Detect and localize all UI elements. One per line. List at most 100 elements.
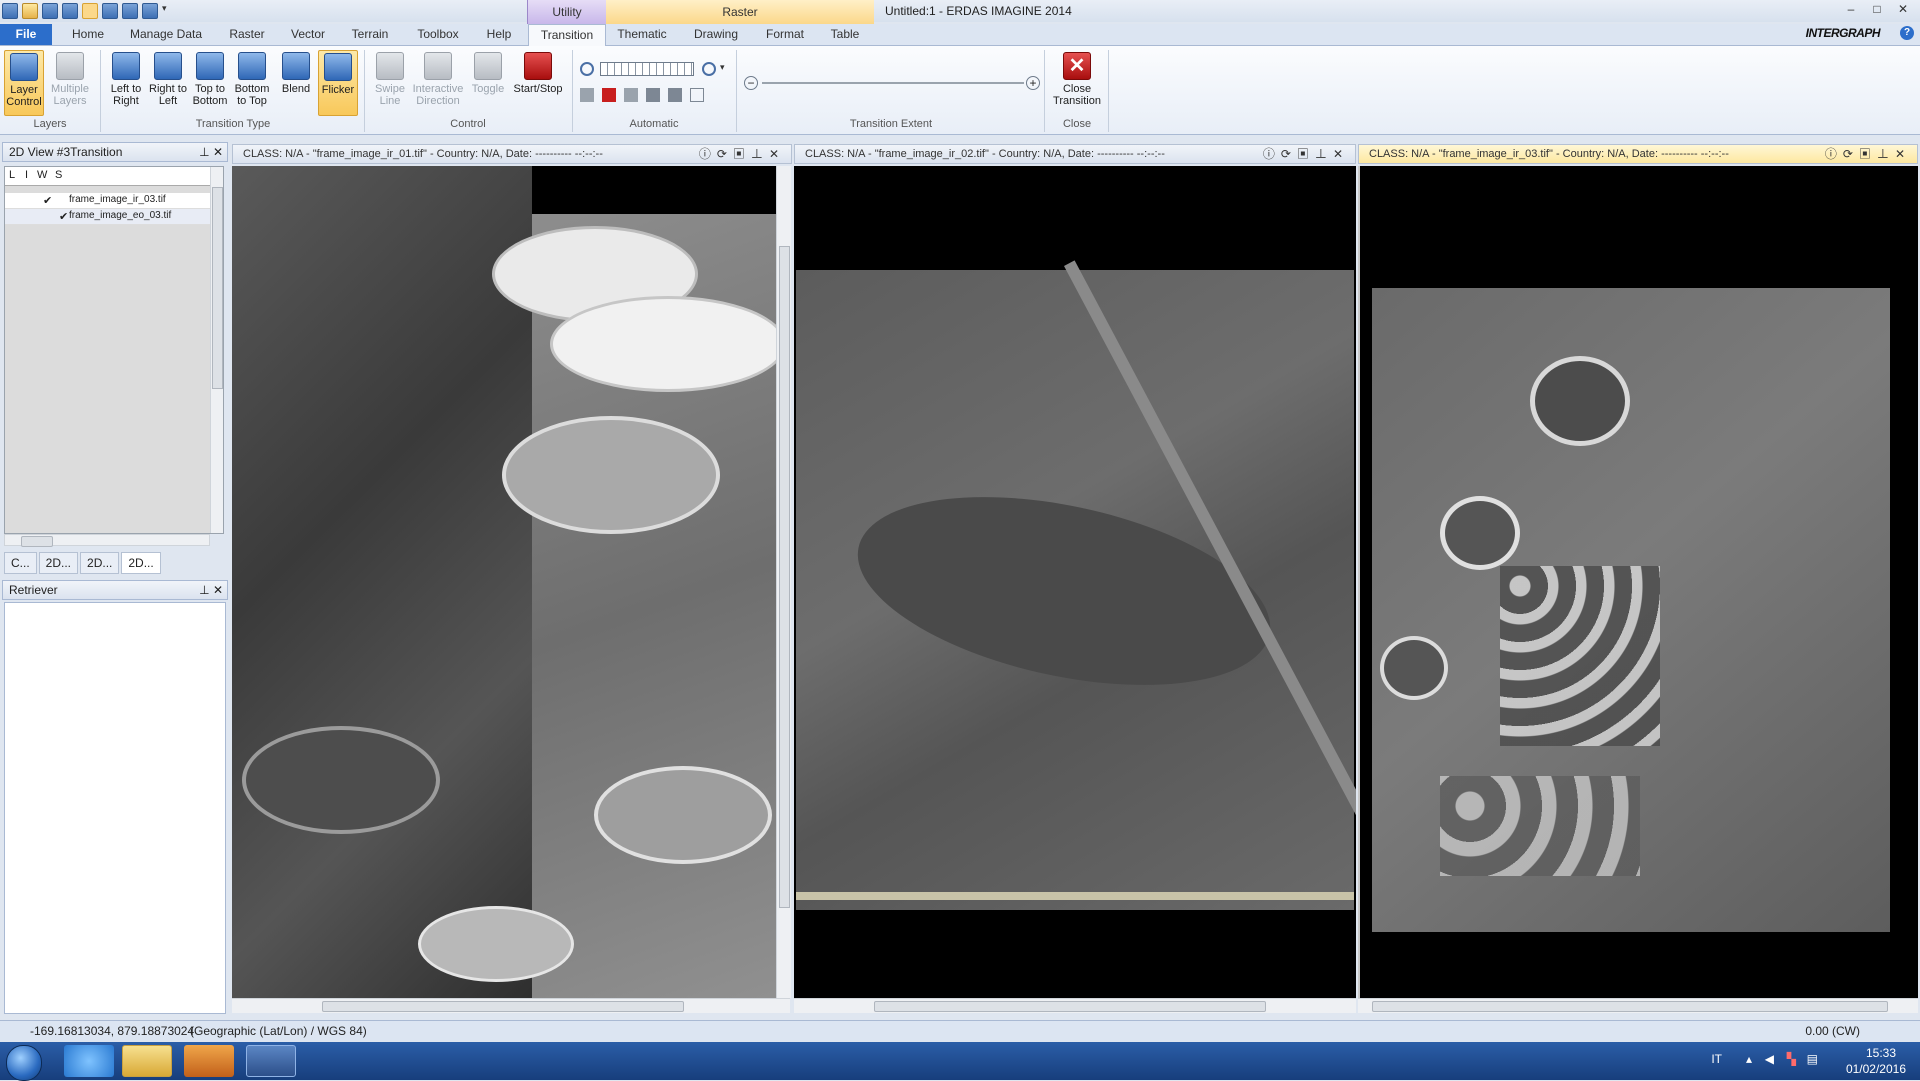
scroll-thumb[interactable] — [212, 187, 223, 389]
viewer-1-canvas[interactable] — [232, 166, 776, 998]
stop-record-icon[interactable] — [602, 88, 616, 102]
save-icon[interactable] — [42, 3, 58, 19]
layer-checkbox[interactable]: ✔ — [59, 210, 68, 223]
layer-list-hscrollbar[interactable] — [4, 534, 210, 547]
undo-icon[interactable] — [62, 3, 78, 19]
tab-file[interactable]: File — [0, 24, 52, 45]
column-s[interactable]: S — [55, 169, 62, 181]
tab-help[interactable]: Help — [480, 24, 518, 45]
zoom-out-icon[interactable] — [122, 3, 138, 19]
top-to-bottom-button[interactable]: Top to Bottom — [190, 50, 230, 116]
help-icon[interactable]: ? — [1900, 26, 1914, 40]
tab-terrain[interactable]: Terrain — [344, 24, 396, 45]
skip-back-icon[interactable] — [580, 88, 594, 102]
lock-icon[interactable]: ▣ — [733, 147, 751, 161]
left-to-right-button[interactable]: Left to Right — [106, 50, 146, 116]
scroll-thumb[interactable] — [21, 536, 53, 547]
start-button-icon[interactable] — [6, 1045, 42, 1081]
scroll-thumb[interactable] — [322, 1001, 684, 1012]
app-icon[interactable] — [2, 3, 18, 19]
flicker-button[interactable]: Flicker — [318, 50, 358, 116]
layer-row[interactable]: ✔ frame_image_eo_03.tif — [5, 209, 211, 225]
column-l[interactable]: L — [9, 169, 15, 181]
tab-thematic[interactable]: Thematic — [612, 24, 672, 45]
sync-icon[interactable]: ⟳ — [1281, 147, 1297, 161]
column-i[interactable]: I — [25, 169, 28, 181]
swipe-line-button[interactable]: Swipe Line — [370, 50, 410, 116]
media-player-icon[interactable] — [184, 1045, 234, 1077]
viewer-2-canvas[interactable] — [794, 166, 1356, 998]
close-icon[interactable]: ✕ — [213, 583, 223, 597]
minimize-button[interactable]: – — [1838, 0, 1864, 18]
sync-icon[interactable]: ⟳ — [717, 147, 733, 161]
viewer-1-hscrollbar[interactable] — [232, 998, 790, 1013]
bottom-to-top-button[interactable]: Bottom to Top — [232, 50, 272, 116]
tab-drawing[interactable]: Drawing — [688, 24, 744, 45]
speed-slow-icon[interactable] — [580, 62, 594, 76]
viewer-1-vscrollbar[interactable] — [776, 166, 791, 998]
tab-raster[interactable]: Raster — [222, 24, 272, 45]
close-icon[interactable]: ✕ — [1333, 147, 1349, 161]
zoom-in-icon[interactable] — [102, 3, 118, 19]
layer-list-vscrollbar[interactable] — [210, 167, 223, 533]
pin-icon[interactable]: ⊥ — [199, 583, 209, 597]
view-tab[interactable]: 2D... — [38, 552, 79, 574]
layer-control-button[interactable]: Layer Control — [4, 50, 44, 116]
language-indicator[interactable]: IT — [1711, 1052, 1722, 1066]
viewer-3-hscrollbar[interactable] — [1358, 998, 1918, 1013]
erdas-imagine-icon[interactable] — [246, 1045, 296, 1077]
move-down-icon[interactable] — [646, 88, 660, 102]
action-center-icon[interactable]: ▤ — [1807, 1052, 1818, 1066]
view-tab[interactable]: 2D... — [121, 552, 161, 574]
sync-icon[interactable]: ⟳ — [1843, 147, 1859, 161]
clock-date[interactable]: 01/02/2016 — [1846, 1062, 1906, 1076]
file-explorer-icon[interactable] — [122, 1045, 172, 1077]
info-icon[interactable]: ⓘ — [1263, 147, 1281, 161]
toggle-button[interactable]: Toggle — [468, 50, 508, 116]
layer-checkbox[interactable]: ✔ — [43, 194, 52, 207]
volume-muted-icon[interactable]: ◀ — [1765, 1052, 1774, 1066]
close-icon[interactable]: ✕ — [769, 147, 785, 161]
internet-explorer-icon[interactable] — [64, 1045, 114, 1077]
loop-icon[interactable] — [690, 88, 704, 102]
network-warning-icon[interactable]: ▚ — [1787, 1052, 1796, 1066]
close-button[interactable]: ✕ — [1890, 0, 1916, 18]
zoom-plus-icon[interactable]: + — [1026, 76, 1040, 90]
select-icon[interactable] — [82, 3, 98, 19]
scroll-thumb[interactable] — [779, 246, 790, 908]
multiple-layers-button[interactable]: Multiple Layers — [50, 50, 90, 116]
skip-forward-icon[interactable] — [624, 88, 638, 102]
scroll-thumb[interactable] — [1372, 1001, 1888, 1012]
tab-vector[interactable]: Vector — [284, 24, 332, 45]
tab-home[interactable]: Home — [66, 24, 110, 45]
speed-dropdown-icon[interactable]: ▾ — [720, 62, 725, 73]
view-tab[interactable]: C... — [4, 552, 37, 574]
tray-arrow-icon[interactable]: ▴ — [1746, 1052, 1752, 1066]
close-icon[interactable]: ✕ — [1895, 147, 1911, 161]
pin-icon[interactable]: ⊥ — [1315, 147, 1333, 161]
column-w[interactable]: W — [37, 169, 47, 181]
transition-extent-slider[interactable] — [762, 82, 1024, 84]
clock-time[interactable]: 15:33 — [1866, 1046, 1896, 1060]
pin-icon[interactable]: ⊥ — [199, 145, 209, 159]
view-tab[interactable]: 2D... — [80, 552, 120, 574]
start-stop-button[interactable]: Start/Stop — [510, 50, 566, 116]
tab-toolbox[interactable]: Toolbox — [408, 24, 468, 45]
open-icon[interactable] — [22, 3, 38, 19]
pan-icon[interactable] — [142, 3, 158, 19]
interactive-direction-button[interactable]: Interactive Direction — [410, 50, 466, 116]
lock-icon[interactable]: ▣ — [1297, 147, 1315, 161]
tab-table[interactable]: Table — [824, 24, 866, 45]
scroll-thumb[interactable] — [874, 1001, 1266, 1012]
maximize-button[interactable]: □ — [1864, 0, 1890, 18]
speed-fast-icon[interactable] — [702, 62, 716, 76]
tab-manage-data[interactable]: Manage Data — [126, 24, 206, 45]
viewer-3-canvas[interactable] — [1358, 166, 1918, 998]
close-transition-button[interactable]: ✕ Close Transition — [1050, 50, 1104, 116]
zoom-minus-icon[interactable]: − — [744, 76, 758, 90]
blend-button[interactable]: Blend — [276, 50, 316, 116]
close-icon[interactable]: ✕ — [213, 145, 223, 159]
customize-qat-icon[interactable]: ▾ — [162, 3, 172, 19]
pin-icon[interactable]: ⊥ — [751, 147, 769, 161]
tab-transition[interactable]: Transition — [528, 24, 606, 47]
